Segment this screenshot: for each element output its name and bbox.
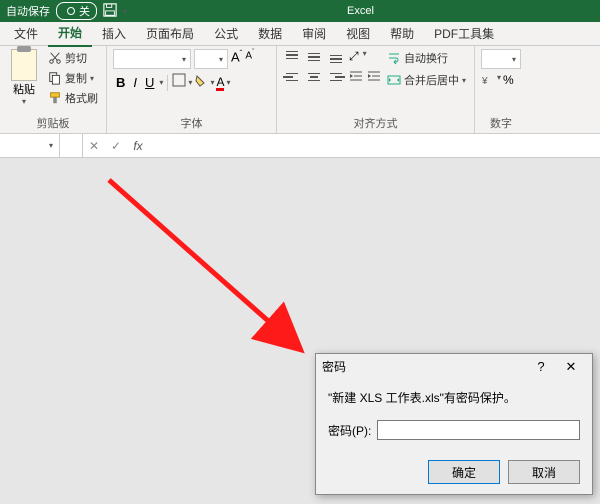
tab-formulas[interactable]: 公式 (204, 22, 248, 46)
svg-text:¥: ¥ (481, 76, 488, 87)
paste-icon (11, 49, 37, 81)
group-number: ▾ ¥▾ % 数字 (475, 46, 527, 133)
format-painter-label: 格式刷 (65, 90, 98, 106)
group-alignment-label: 对齐方式 (283, 115, 468, 133)
align-center-icon[interactable] (305, 69, 323, 85)
formula-bar: ▾ ✕ ✓ fx (0, 134, 600, 158)
cancel-button[interactable]: 取消 (508, 460, 580, 484)
decrease-indent-icon[interactable] (349, 69, 363, 88)
align-left-icon[interactable] (283, 69, 301, 85)
save-icon[interactable] (103, 3, 117, 20)
tab-insert[interactable]: 插入 (92, 22, 136, 46)
dialog-help-button[interactable]: ? (526, 359, 556, 374)
password-field-label: 密码(P): (328, 422, 371, 439)
decrease-font-icon[interactable]: Aˇ (245, 49, 254, 69)
group-font-label: 字体 (113, 115, 270, 133)
wrap-text-button[interactable]: 自动换行 (385, 49, 468, 67)
cut-button[interactable]: 剪切 (46, 49, 100, 67)
bold-button[interactable]: B (113, 75, 128, 90)
toggle-dot-icon (67, 7, 75, 15)
increase-indent-icon[interactable] (367, 69, 381, 88)
scissors-icon (48, 51, 62, 65)
accounting-format-icon[interactable]: ¥ (481, 73, 495, 92)
align-top-icon[interactable] (283, 49, 301, 65)
formula-confirm-button[interactable]: ✓ (105, 139, 127, 153)
dialog-close-button[interactable]: ✕ (556, 359, 586, 375)
dialog-title: 密码 (322, 358, 526, 375)
autosave-state: 关 (79, 3, 90, 19)
tab-file[interactable]: 文件 (4, 22, 48, 46)
copy-button[interactable]: 复制▾ (46, 69, 100, 87)
cut-label: 剪切 (65, 50, 87, 66)
tab-pdf-tools[interactable]: PDF工具集 (424, 22, 504, 46)
copy-label: 复制 (65, 70, 87, 86)
merge-center-button[interactable]: 合并后居中▾ (385, 71, 468, 89)
chevron-down-icon: ▾ (22, 97, 26, 106)
fill-color-button[interactable] (194, 73, 208, 92)
tab-home[interactable]: 开始 (48, 21, 92, 47)
dialog-titlebar: 密码 ? ✕ (316, 354, 592, 379)
password-dialog: 密码 ? ✕ "新建 XLS 工作表.xls"有密码保护。 密码(P): 确定 … (315, 353, 593, 495)
app-title: Excel (127, 5, 594, 17)
title-bar: 自动保存 关 ▾ Excel (0, 0, 600, 22)
autosave-label: 自动保存 (6, 3, 50, 19)
tab-review[interactable]: 审阅 (292, 22, 336, 46)
dialog-message: "新建 XLS 工作表.xls"有密码保护。 (328, 389, 580, 406)
merge-center-label: 合并后居中 (404, 72, 459, 88)
align-bottom-icon[interactable] (327, 49, 345, 65)
ribbon-tabs: 文件 开始 插入 页面布局 公式 数据 审阅 视图 帮助 PDF工具集 (0, 22, 600, 46)
group-font: ▾ ▾ Aˆ Aˇ B I U▾ ▾ ▾ A▾ 字体 (107, 46, 277, 133)
copy-icon (48, 71, 62, 85)
password-input[interactable] (377, 420, 580, 440)
italic-button[interactable]: I (130, 75, 140, 90)
tab-view[interactable]: 视图 (336, 22, 380, 46)
paste-label: 粘贴 (13, 81, 35, 97)
group-number-label: 数字 (481, 115, 521, 133)
group-alignment: ⤢▾ 自动换行 合并后居中▾ (277, 46, 475, 133)
tab-help[interactable]: 帮助 (380, 22, 424, 46)
font-name-select[interactable]: ▾ (113, 49, 191, 69)
underline-button[interactable]: U (142, 75, 157, 90)
name-box[interactable]: ▾ (0, 134, 60, 157)
wrap-text-icon (387, 51, 401, 65)
font-size-select[interactable]: ▾ (194, 49, 228, 69)
font-color-button[interactable]: A (216, 75, 224, 91)
format-painter-button[interactable]: 格式刷 (46, 89, 100, 107)
group-clipboard: 粘贴 ▾ 剪切 复制▾ (0, 46, 107, 133)
tab-page-layout[interactable]: 页面布局 (136, 22, 204, 46)
merge-icon (387, 73, 401, 87)
align-middle-icon[interactable] (305, 49, 323, 65)
fx-button[interactable]: fx (127, 139, 149, 153)
number-format-select[interactable]: ▾ (481, 49, 521, 69)
wrap-text-label: 自动换行 (404, 50, 448, 66)
border-button[interactable] (172, 73, 186, 92)
align-right-icon[interactable] (327, 69, 345, 85)
ok-button[interactable]: 确定 (428, 460, 500, 484)
formula-cancel-button[interactable]: ✕ (83, 139, 105, 153)
paste-button[interactable]: 粘贴 ▾ (6, 49, 42, 107)
brush-icon (48, 91, 62, 105)
tab-data[interactable]: 数据 (248, 22, 292, 46)
ribbon: 粘贴 ▾ 剪切 复制▾ (0, 46, 600, 134)
orientation-icon[interactable]: ⤢ (349, 49, 359, 65)
percent-format-icon[interactable]: % (503, 73, 514, 92)
autosave-toggle[interactable]: 关 (56, 2, 97, 20)
group-clipboard-label: 剪贴板 (6, 115, 100, 133)
increase-font-icon[interactable]: Aˆ (231, 49, 242, 69)
